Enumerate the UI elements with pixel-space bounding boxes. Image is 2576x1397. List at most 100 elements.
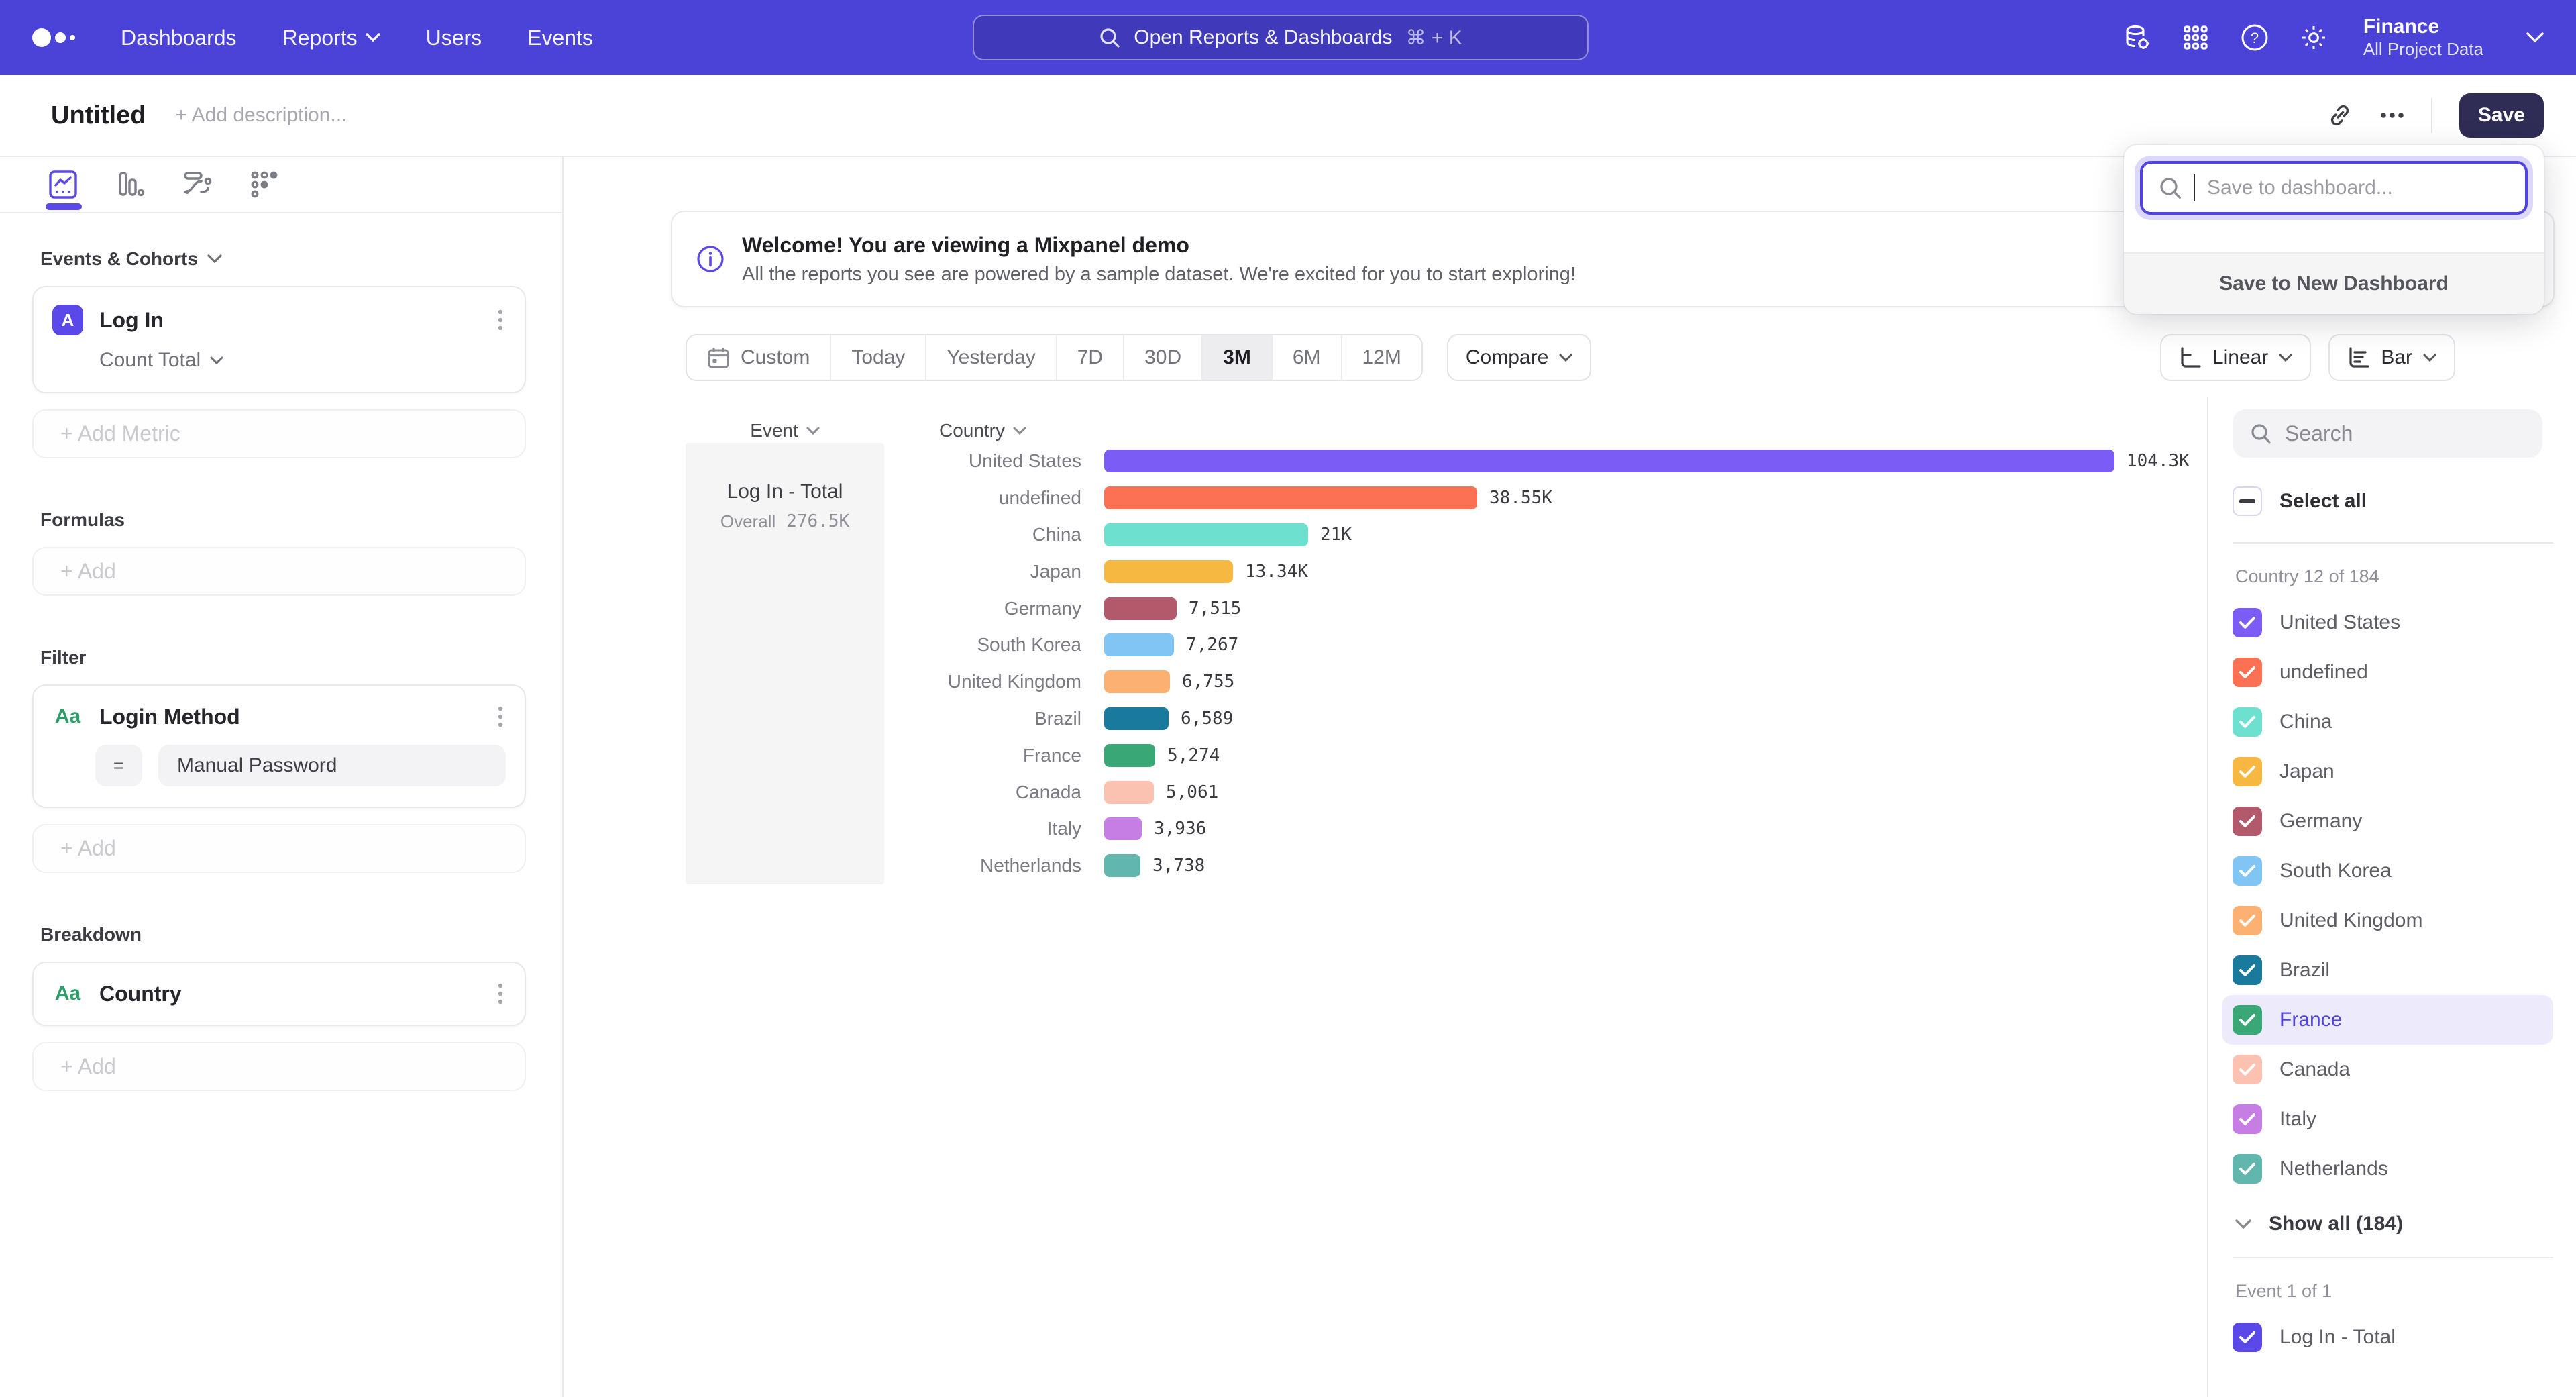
add-description[interactable]: + Add description... [175, 104, 347, 127]
nav-menu-item[interactable]: Users [426, 25, 482, 50]
filter-menu-icon[interactable] [495, 703, 506, 730]
metric-menu-icon[interactable] [495, 307, 506, 333]
nav-menu-item[interactable]: Events [527, 25, 593, 50]
help-icon[interactable]: ? [2240, 23, 2269, 52]
date-range-option[interactable]: Yesterday [926, 335, 1057, 380]
chart-bar[interactable] [1104, 633, 1174, 656]
check-icon [2239, 864, 2256, 878]
country-legend-row[interactable]: Germany [2222, 796, 2553, 846]
date-range-option[interactable]: 30D [1124, 335, 1203, 380]
apps-grid-icon[interactable] [2181, 23, 2210, 52]
chart-bar-row: undefined 38.55K [884, 480, 2190, 517]
project-chevron-down-icon[interactable] [2526, 32, 2544, 43]
save-to-new-dashboard-button[interactable]: Save to New Dashboard [2124, 252, 2544, 314]
chart-bar[interactable] [1104, 670, 1170, 693]
country-legend-row[interactable]: Japan [2222, 747, 2553, 796]
country-checkbox[interactable] [2233, 807, 2262, 836]
country-legend-row[interactable]: United Kingdom [2222, 896, 2553, 945]
country-legend-row[interactable]: South Korea [2222, 846, 2553, 896]
chart-bar[interactable] [1104, 744, 1155, 767]
copy-link-icon[interactable] [2326, 102, 2353, 129]
tab-funnels[interactable] [113, 159, 148, 210]
nav-menu-item[interactable]: Dashboards [121, 25, 237, 50]
chart-bar[interactable] [1104, 450, 2114, 472]
tab-insights[interactable] [46, 159, 80, 210]
events-cohorts-header[interactable]: Events & Cohorts [40, 248, 526, 270]
country-legend-row[interactable]: Italy [2222, 1094, 2553, 1144]
compare-button[interactable]: Compare [1447, 334, 1591, 381]
nav-menu-item[interactable]: Reports [282, 25, 380, 50]
country-checkbox[interactable] [2233, 608, 2262, 637]
check-icon [2239, 815, 2256, 828]
chart-bar[interactable] [1104, 597, 1177, 620]
event-legend-row[interactable]: Log In - Total [2222, 1312, 2553, 1362]
country-checkbox[interactable] [2233, 856, 2262, 886]
filter-value[interactable]: Manual Password [158, 745, 506, 786]
show-all-toggle[interactable]: Show all (184) [2233, 1212, 2542, 1235]
country-legend-row[interactable]: United States [2222, 598, 2553, 648]
chart-country-label: United Kingdom [884, 671, 1081, 692]
select-all-checkbox[interactable] [2233, 486, 2262, 516]
chart-type-selector[interactable]: Bar [2328, 334, 2455, 381]
country-checkbox[interactable] [2233, 906, 2262, 935]
country-legend-row[interactable]: Canada [2222, 1045, 2553, 1094]
country-checkbox[interactable] [2233, 707, 2262, 737]
country-checkbox[interactable] [2233, 1005, 2262, 1035]
country-checkbox[interactable] [2233, 955, 2262, 985]
event-series-cell[interactable]: Log In - Total Overall 276.5K [686, 443, 884, 884]
scale-selector[interactable]: Linear [2160, 334, 2311, 381]
filter-operator[interactable]: = [95, 745, 142, 786]
chart-bar[interactable] [1104, 781, 1154, 804]
aggregation-selector[interactable]: Count Total [99, 349, 506, 372]
date-range-option[interactable]: 6M [1273, 335, 1342, 380]
global-search[interactable]: Open Reports & Dashboards ⌘ + K [973, 15, 1589, 60]
filter-card[interactable]: Aa Login Method = Manual Password [32, 684, 526, 808]
date-range-option[interactable]: 7D [1057, 335, 1124, 380]
breakdown-card[interactable]: Aa Country [32, 962, 526, 1026]
add-metric-button[interactable]: + Add Metric [32, 409, 526, 458]
date-range-option[interactable]: 12M [1342, 335, 1421, 380]
chevron-down-icon [806, 427, 820, 435]
chart-bar[interactable] [1104, 707, 1169, 730]
project-switcher[interactable]: Finance All Project Data [2363, 15, 2483, 60]
country-checkbox[interactable] [2233, 1055, 2262, 1084]
add-filter-button[interactable]: + Add [32, 824, 526, 873]
chart-bar[interactable] [1104, 854, 1140, 877]
add-breakdown-button[interactable]: + Add [32, 1042, 526, 1091]
chart-bar[interactable] [1104, 523, 1308, 546]
date-range-option[interactable]: Today [831, 335, 926, 380]
date-range-custom[interactable]: Custom [687, 335, 831, 380]
chart-country-label: United States [884, 450, 1081, 472]
country-legend-row[interactable]: China [2222, 697, 2553, 747]
add-formula-button[interactable]: + Add [32, 547, 526, 596]
legend-search[interactable]: Search [2233, 409, 2542, 458]
report-title[interactable]: Untitled [51, 101, 146, 130]
breakdown-menu-icon[interactable] [495, 980, 506, 1007]
country-checkbox[interactable] [2233, 658, 2262, 687]
country-legend-row[interactable]: Brazil [2222, 945, 2553, 995]
chart-bar[interactable] [1104, 560, 1233, 583]
country-legend-row[interactable]: Netherlands [2222, 1144, 2553, 1194]
more-options-icon[interactable] [2380, 112, 2404, 119]
metric-card[interactable]: A Log In Count Total [32, 286, 526, 393]
country-legend-row[interactable]: France [2222, 995, 2553, 1045]
project-scope: All Project Data [2363, 39, 2483, 60]
event-checkbox[interactable] [2233, 1323, 2262, 1352]
country-column-header[interactable]: Country [884, 420, 1081, 442]
data-management-icon[interactable] [2122, 23, 2151, 52]
country-checkbox[interactable] [2233, 1154, 2262, 1184]
tab-flows[interactable] [180, 159, 215, 210]
select-all-row[interactable]: Select all [2222, 476, 2553, 526]
chart-bar[interactable] [1104, 486, 1477, 509]
tab-retention[interactable] [247, 159, 282, 210]
save-dashboard-search-input[interactable]: Save to dashboard... [2140, 161, 2528, 215]
mixpanel-logo[interactable] [32, 28, 75, 47]
date-range-option[interactable]: 3M [1203, 335, 1273, 380]
settings-gear-icon[interactable] [2299, 23, 2328, 52]
event-column-header[interactable]: Event [686, 420, 884, 442]
chart-bar[interactable] [1104, 817, 1142, 840]
country-checkbox[interactable] [2233, 1104, 2262, 1134]
country-checkbox[interactable] [2233, 757, 2262, 786]
save-button[interactable]: Save [2459, 93, 2544, 138]
country-legend-row[interactable]: undefined [2222, 648, 2553, 697]
